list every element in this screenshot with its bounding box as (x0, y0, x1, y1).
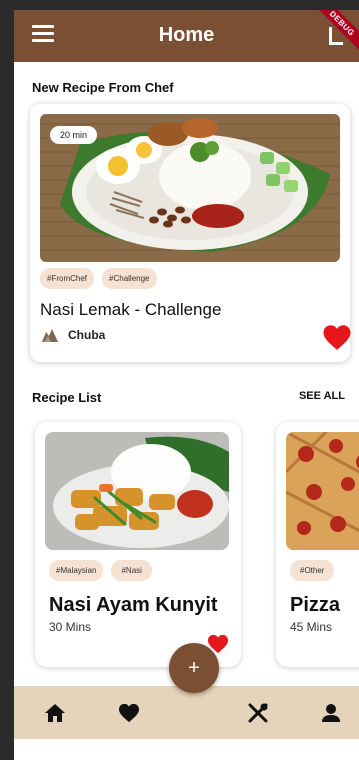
debug-label: DEBUG (305, 10, 359, 60)
chef-recipe-card[interactable]: 20 min #FromChef #Challenge Nasi Lemak -… (30, 104, 352, 362)
see-all-link[interactable]: SEE ALL (299, 390, 345, 402)
bottom-nav-bar (14, 686, 359, 739)
person-icon[interactable] (320, 703, 342, 723)
chef-recipe-tags: #FromChef #Challenge (40, 268, 157, 289)
app-bar: Home DEBUG (14, 10, 359, 62)
recipe-cook-time: 45 Mins (290, 620, 333, 634)
section-title-chef: New Recipe From Chef (32, 80, 174, 95)
author-avatar (42, 329, 58, 342)
tag-chip[interactable]: #FromChef (40, 268, 95, 289)
pizza-photo (286, 432, 359, 550)
recipe-tags: #Other (290, 560, 335, 581)
recipe-tags: #Malaysian #Nasi (49, 560, 152, 581)
tag-chip[interactable]: #Nasi (111, 560, 152, 581)
section-title-recipes: Recipe List (32, 390, 102, 405)
heart-icon[interactable] (118, 703, 140, 723)
chef-recipe-name: Nasi Lemak - Challenge (40, 300, 222, 319)
nasi-ayam-kunyit-photo (45, 432, 229, 550)
cook-time-chip: 20 min (50, 126, 98, 144)
recipe-author: Chuba (40, 326, 105, 344)
tag-chip[interactable]: #Malaysian (49, 560, 104, 581)
favorite-heart-icon[interactable] (322, 324, 352, 351)
tag-chip[interactable]: #Other (290, 560, 335, 581)
recipe-cook-time: 30 Mins (49, 620, 92, 634)
utensils-icon[interactable] (247, 703, 269, 723)
tag-chip[interactable]: #Challenge (102, 268, 157, 289)
home-icon[interactable] (44, 703, 66, 723)
add-recipe-button[interactable]: + (169, 643, 219, 693)
recipe-name: Nasi Ayam Kunyit (49, 594, 218, 616)
recipe-card[interactable]: #Other Pizza 45 Mins (276, 422, 359, 667)
nasi-lemak-photo: 20 min (40, 114, 340, 262)
home-screen: Home DEBUG New Recipe From Chef 20 min #… (14, 10, 359, 760)
author-name: Chuba (68, 328, 106, 342)
recipe-card[interactable]: #Malaysian #Nasi Nasi Ayam Kunyit 30 Min… (35, 422, 241, 667)
debug-banner: DEBUG (305, 10, 359, 67)
recipe-name: Pizza (290, 594, 341, 616)
